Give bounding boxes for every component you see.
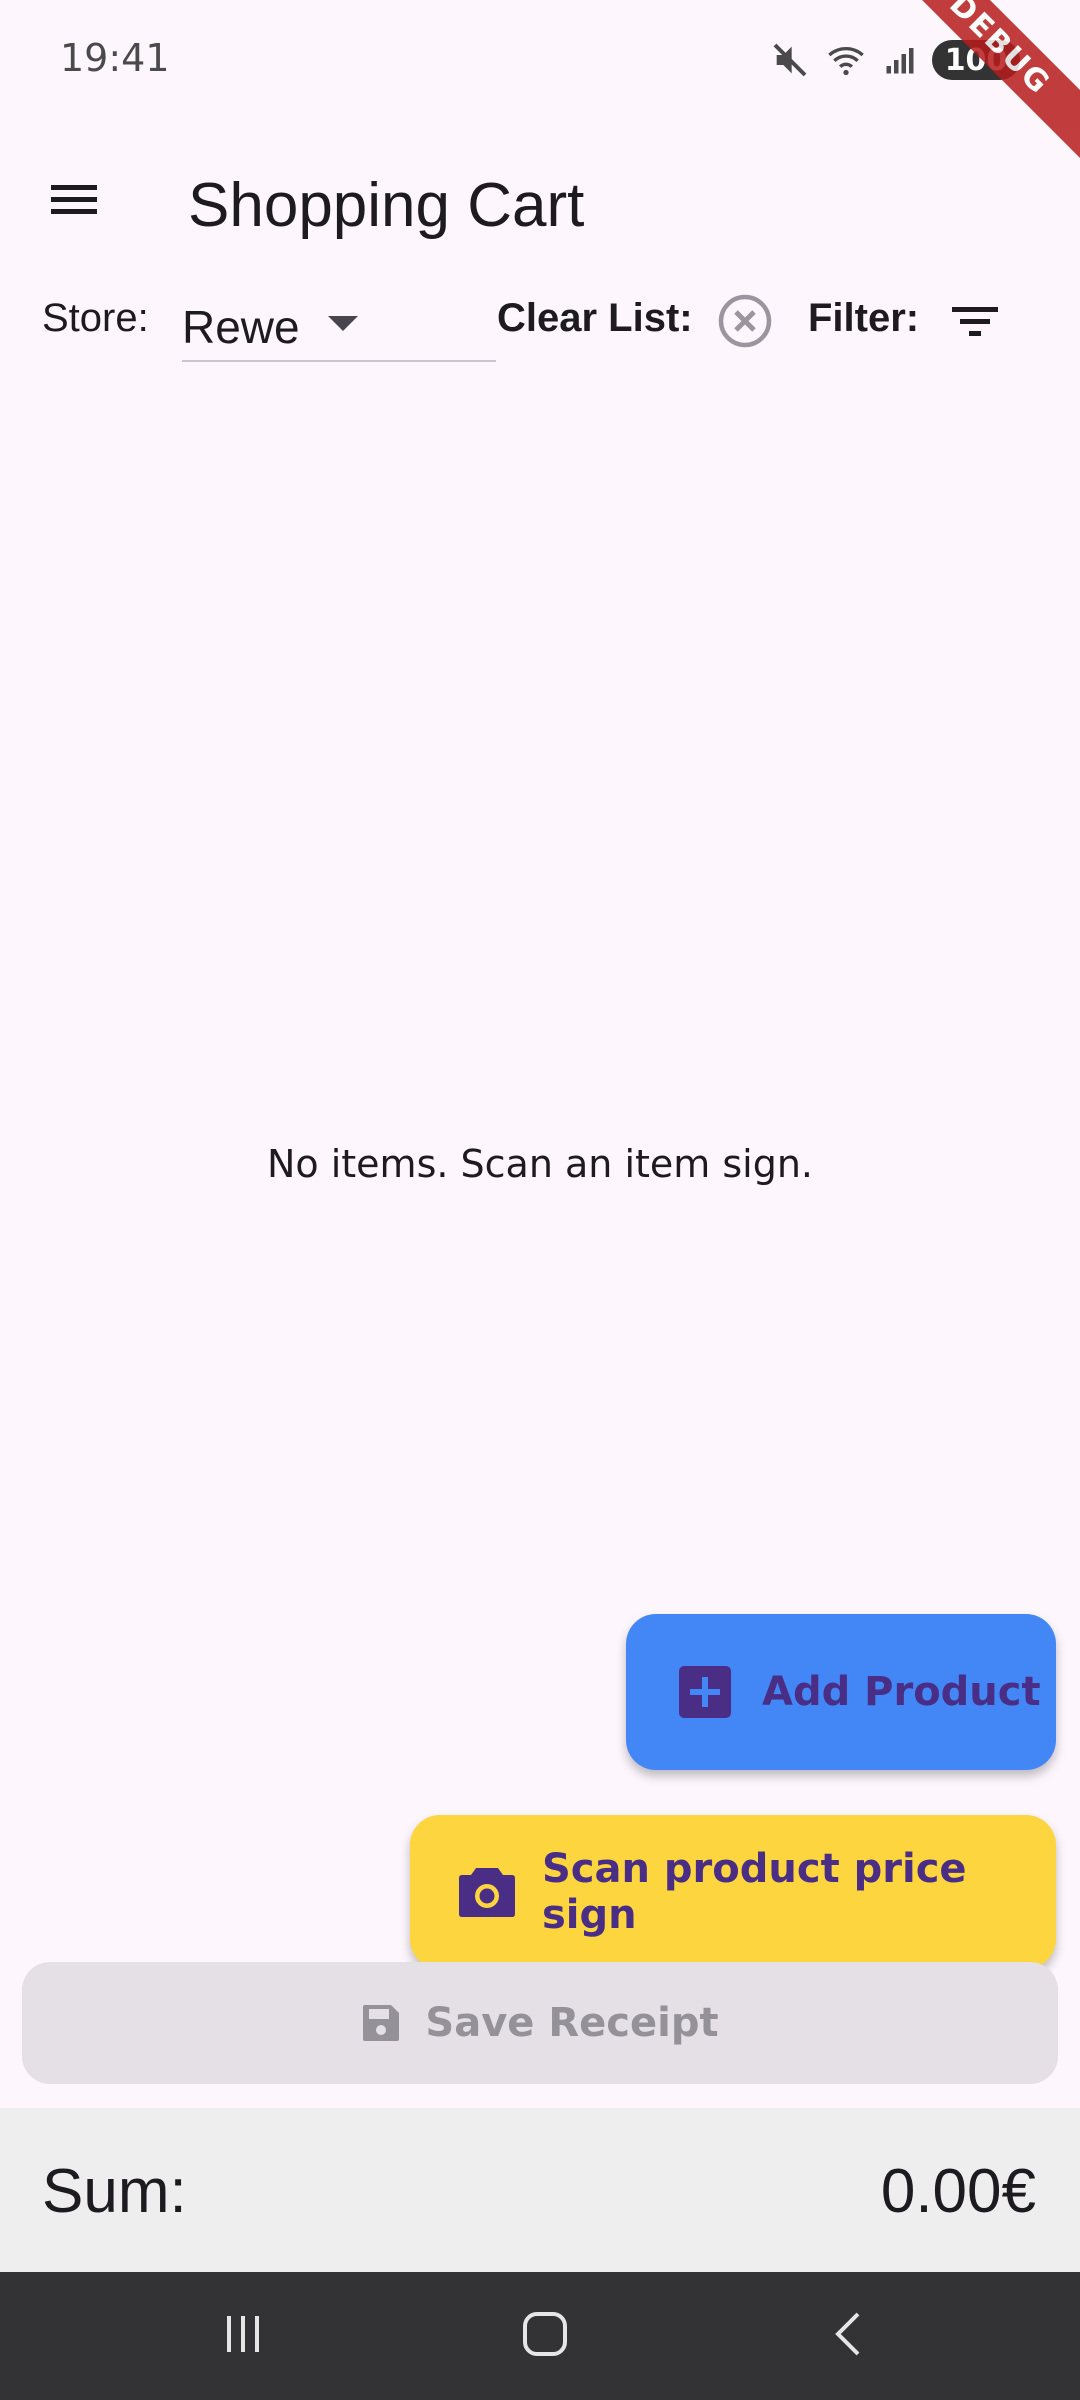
camera-icon [458,1866,516,1918]
page-title: Shopping Cart [188,171,585,240]
add-product-label: Add Product [762,1669,1041,1715]
back-button[interactable] [802,2298,892,2374]
filter-button[interactable] [944,290,1006,356]
cart-toolbar: Store: Rewe Clear List: Filter: [0,270,1080,370]
save-icon [361,2003,401,2043]
status-bar: 19:41 100 DEBUG [0,0,1080,168]
sum-value: 0.00€ [880,2157,1036,2226]
filter-icon [950,301,1000,346]
app-bar: Shopping Cart [0,118,1080,286]
home-icon [522,2311,568,2362]
clear-list-label: Clear List: [497,296,693,340]
signal-icon [882,40,918,80]
back-icon [832,2311,862,2362]
store-value: Rewe [182,301,300,353]
mute-icon [770,40,810,80]
menu-icon [49,180,99,225]
scan-price-sign-button[interactable]: Scan product price sign [410,1815,1056,1969]
recent-apps-button[interactable] [198,2298,288,2374]
clear-circle-icon [717,293,773,354]
store-dropdown[interactable]: Rewe [182,280,496,362]
menu-button[interactable] [34,162,114,242]
save-receipt-label: Save Receipt [425,2000,719,2046]
system-nav-bar [0,2272,1080,2400]
screen: 19:41 100 DEBUG Shopping Cart Store: Rew… [0,0,1080,2400]
home-button[interactable] [500,2298,590,2374]
add-box-icon [678,1665,732,1719]
filter-label: Filter: [808,296,920,340]
status-time: 19:41 [60,36,170,80]
empty-state-text: No items. Scan an item sign. [266,1142,814,1186]
store-label: Store: [42,296,149,340]
scan-price-sign-label: Scan product price sign [542,1846,967,1938]
add-product-button[interactable]: Add Product [626,1614,1056,1770]
save-receipt-button[interactable]: Save Receipt [22,1962,1058,2084]
dropdown-arrow-icon [328,316,358,337]
recent-apps-icon [221,2314,265,2359]
sum-label: Sum: [42,2157,187,2226]
wifi-icon [824,40,868,80]
clear-list-button[interactable] [712,290,778,356]
sum-bar: Sum: 0.00€ [0,2108,1080,2272]
